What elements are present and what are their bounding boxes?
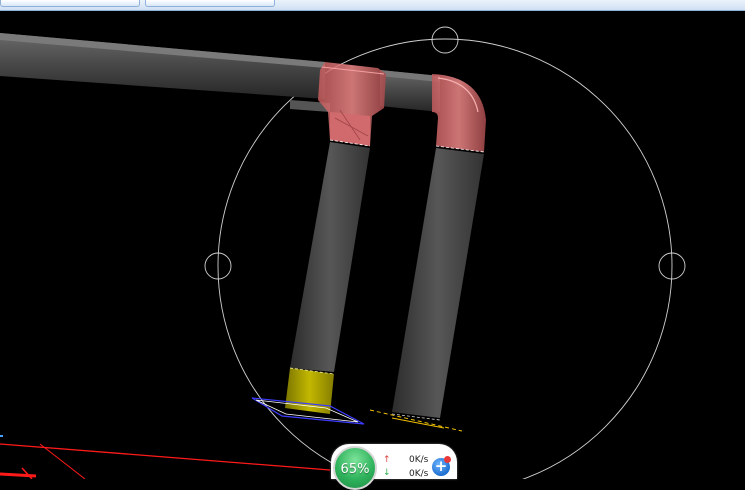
cpu-usage-gauge[interactable]: 65%: [333, 446, 377, 490]
upload-arrow-icon: ↑: [383, 455, 391, 465]
network-speed-monitor[interactable]: 65% ↑ ↓ 0K/s 0K/s +: [331, 444, 457, 490]
title-bar: [0, 0, 745, 11]
tab-2[interactable]: [145, 0, 275, 7]
download-speed-value: 0K/s: [409, 469, 429, 479]
cpu-usage-value: 65%: [340, 462, 370, 477]
orbit-grip-top[interactable]: [431, 26, 459, 54]
tab-1[interactable]: [0, 0, 140, 7]
left-vertical-pipe[interactable]: [290, 142, 370, 372]
download-arrow-icon: ↓: [383, 468, 391, 478]
elbow-fitting[interactable]: [432, 74, 486, 153]
upload-speed-value: 0K/s: [409, 455, 429, 465]
cad-3d-viewport[interactable]: [0, 11, 745, 479]
right-vertical-pipe[interactable]: [391, 148, 484, 421]
notification-dot-icon: [444, 456, 451, 463]
tee-fitting[interactable]: [318, 62, 386, 147]
ucs-axis: [0, 435, 331, 479]
selected-pipe-segment[interactable]: [285, 367, 335, 414]
